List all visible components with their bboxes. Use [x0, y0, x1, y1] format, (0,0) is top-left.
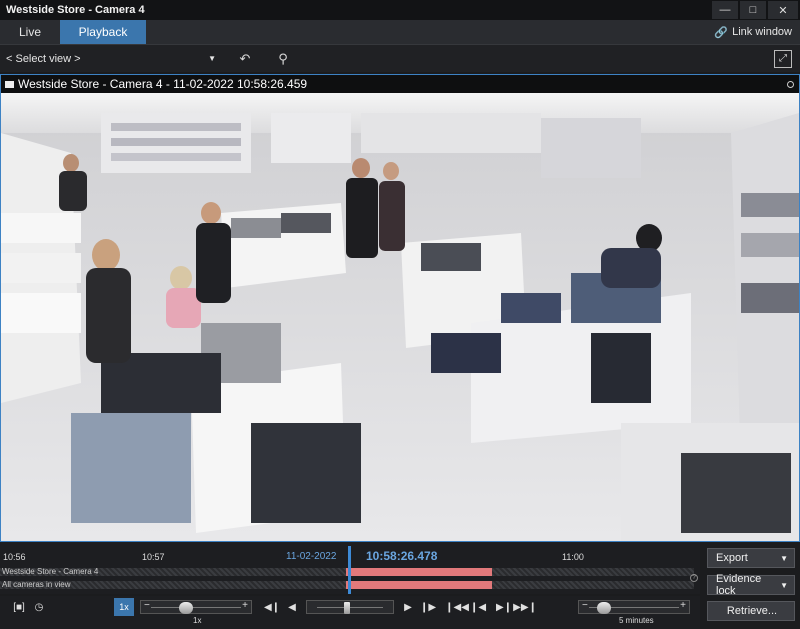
- store-scene-image: [1, 93, 799, 541]
- evidence-lock-label: Evidence lock: [716, 573, 762, 597]
- timeline-tick-label: 11:00: [562, 552, 584, 562]
- select-view-label: < Select view >: [6, 52, 81, 65]
- step-forward-icon: ❙▶: [419, 601, 437, 613]
- chevron-down-icon: ▼: [780, 553, 788, 563]
- minus-icon[interactable]: −: [144, 600, 150, 611]
- help-icon[interactable]: ?: [690, 574, 698, 582]
- go-to-time-button[interactable]: ◷: [32, 600, 46, 614]
- play-reverse-button[interactable]: ◀: [286, 600, 298, 614]
- chevron-down-icon: ▼: [780, 580, 788, 590]
- step-back-icon: ◀❙: [263, 601, 281, 613]
- timeline-current-time: 10:58:26.478: [366, 549, 438, 563]
- select-view-dropdown[interactable]: < Select view > ▼: [0, 53, 220, 65]
- playhead[interactable]: [348, 546, 351, 594]
- plus-icon[interactable]: +: [242, 600, 248, 611]
- tab-live[interactable]: Live: [0, 20, 60, 44]
- play-reverse-icon: ◀: [288, 601, 296, 613]
- window-title: Westside Store - Camera 4: [6, 4, 145, 16]
- tile-status-icon[interactable]: [787, 80, 794, 88]
- search-sequences-button[interactable]: ⚲: [270, 48, 296, 70]
- minimize-icon: —: [719, 4, 731, 16]
- skip-back-icon: ❙◀: [469, 601, 487, 613]
- clock-icon: ◷: [34, 601, 44, 613]
- view-toolbar: < Select view > ▼ ↶ ⚲ ⤢: [0, 44, 800, 72]
- title-bar: Westside Store - Camera 4 — □ ✕: [0, 0, 800, 20]
- skip-forward-icon: ▶❙: [495, 601, 513, 613]
- reset-view-button[interactable]: ↶: [232, 48, 258, 70]
- camera-tile[interactable]: Westside Store - Camera 4 - 11-02-2022 1…: [0, 74, 800, 542]
- time-span-label: 5 minutes: [619, 616, 654, 625]
- slider-knob[interactable]: [344, 602, 350, 614]
- track-label: All cameras in view: [2, 580, 71, 589]
- plus-icon[interactable]: +: [680, 600, 686, 611]
- timeline-tick-label: 10:57: [142, 552, 165, 562]
- timeline-track-camera[interactable]: Westside Store - Camera 4: [0, 567, 694, 576]
- skip-start-icon: ❙◀◀: [445, 601, 469, 613]
- recording-segment: [346, 581, 492, 589]
- first-sequence-button[interactable]: ❙◀◀: [445, 600, 469, 614]
- slider-knob[interactable]: [179, 602, 193, 614]
- camera-frame-icon: [■]: [13, 601, 25, 613]
- close-button[interactable]: ✕: [768, 1, 798, 19]
- timeline-track-all[interactable]: All cameras in view: [0, 580, 694, 589]
- export-button[interactable]: Export ▼: [707, 548, 795, 568]
- speed-slider[interactable]: − +: [140, 600, 252, 614]
- snapshot-button[interactable]: [■]: [12, 600, 26, 614]
- skip-end-icon: ▶▶❙: [513, 601, 537, 613]
- maximize-icon: □: [749, 4, 757, 16]
- camera-video-frame[interactable]: [1, 93, 799, 541]
- camera-tile-title: Westside Store - Camera 4 - 11-02-2022 1…: [18, 77, 308, 91]
- link-icon: 🔗: [714, 26, 729, 39]
- mode-tabs: Live Playback 🔗 Link window: [0, 20, 800, 44]
- evidence-lock-button[interactable]: Evidence lock ▼: [707, 573, 795, 597]
- link-window-label: Link window: [732, 26, 792, 38]
- time-span-slider[interactable]: − +: [578, 600, 690, 614]
- playback-controls: [■] ◷ 1x − + 1x ◀❙ ◀ ▶ ❙▶ ❙◀◀ ❙◀ ▶❙ ▶▶❙ …: [0, 596, 700, 629]
- export-label: Export: [716, 552, 748, 564]
- jog-slider[interactable]: [306, 600, 394, 614]
- track-label: Westside Store - Camera 4: [2, 567, 99, 576]
- speed-indicator[interactable]: 1x: [114, 598, 134, 616]
- camera-icon: [5, 80, 14, 88]
- retrieve-button[interactable]: Retrieve...: [707, 601, 795, 621]
- maximize-button[interactable]: □: [740, 1, 766, 19]
- fullscreen-button[interactable]: ⤢: [774, 49, 792, 68]
- close-icon: ✕: [778, 4, 788, 17]
- retrieve-label: Retrieve...: [726, 605, 778, 617]
- play-forward-button[interactable]: ▶: [402, 600, 414, 614]
- timeline-date: 11-02-2022: [286, 551, 337, 562]
- undo-icon: ↶: [239, 50, 251, 66]
- minus-icon[interactable]: −: [582, 600, 588, 611]
- recording-segment: [346, 568, 492, 576]
- timeline-panel[interactable]: 10:56 10:57 11-02-2022 10:58:26.478 11:0…: [0, 542, 700, 594]
- last-sequence-button[interactable]: ▶▶❙: [513, 600, 537, 614]
- speed-label: 1x: [193, 616, 202, 625]
- next-sequence-button[interactable]: ▶❙: [495, 600, 513, 614]
- previous-sequence-button[interactable]: ❙◀: [469, 600, 487, 614]
- link-window-button[interactable]: 🔗 Link window: [714, 20, 800, 44]
- play-icon: ▶: [404, 601, 412, 613]
- camera-tile-header: Westside Store - Camera 4 - 11-02-2022 1…: [1, 75, 799, 93]
- tab-playback[interactable]: Playback: [60, 20, 146, 44]
- chevron-down-icon: ▼: [208, 54, 216, 63]
- timeline-tick-label: 10:56: [3, 552, 26, 562]
- slider-knob[interactable]: [597, 602, 611, 614]
- next-frame-button[interactable]: ❙▶: [419, 600, 437, 614]
- previous-frame-button[interactable]: ◀❙: [263, 600, 281, 614]
- minimize-button[interactable]: —: [712, 1, 738, 19]
- fullscreen-icon: ⤢: [779, 53, 787, 64]
- search-icon: ⚲: [278, 50, 288, 66]
